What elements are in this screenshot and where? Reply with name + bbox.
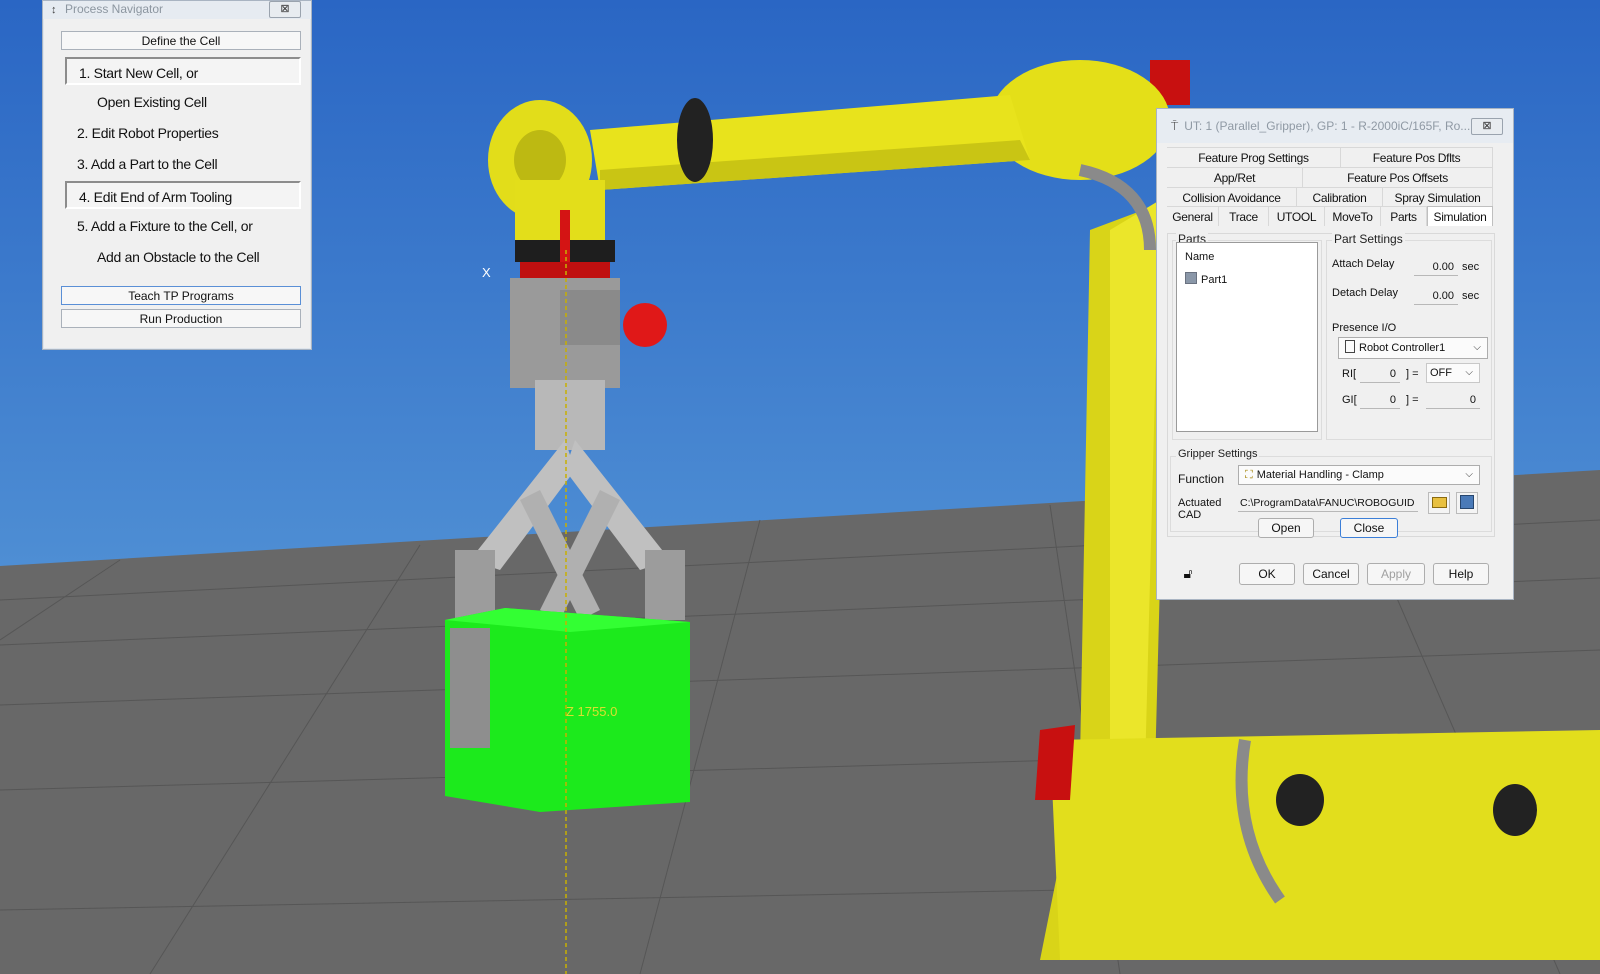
tab-spray-simulation[interactable]: Spray Simulation [1383, 187, 1493, 207]
ri-state-select[interactable]: OFF ⌵ [1426, 363, 1480, 383]
ok-button[interactable]: OK [1239, 563, 1295, 585]
tab-app-ret[interactable]: App/Ret [1167, 167, 1303, 187]
gi-index-input[interactable]: 0 [1360, 391, 1400, 409]
attach-delay-input[interactable]: 0.00 [1414, 258, 1458, 276]
lock-icon[interactable]: 🔓︎ [1177, 563, 1199, 585]
tab-utool[interactable]: UTOOL [1269, 206, 1325, 226]
function-select[interactable]: ⛶ Material Handling - Clamp ⌵ [1238, 465, 1480, 485]
list-item[interactable]: Part1 [1185, 272, 1227, 286]
tab-collision-avoidance[interactable]: Collision Avoidance [1167, 187, 1297, 207]
nav-item-add-part[interactable]: 3. Add a Part to the Cell [65, 150, 301, 178]
nav-item-open-existing-cell[interactable]: Open Existing Cell [65, 88, 301, 116]
parts-column-header: Name [1185, 251, 1215, 263]
tab-simulation[interactable]: Simulation [1427, 206, 1493, 226]
process-navigator-window: ↕ Process Navigator ⊠ Define the Cell 1. … [42, 0, 312, 350]
simulation-tab-pane: Parts Name Part1 Part Settings Attach De… [1167, 232, 1495, 538]
gi-value-input[interactable]: 0 [1426, 391, 1480, 409]
gripper-settings-label: Gripper Settings [1176, 448, 1260, 460]
gi-label: GI[ [1342, 394, 1357, 406]
controller-select[interactable]: Robot Controller1 ⌵ [1338, 337, 1488, 359]
tab-feature-pos-offsets[interactable]: Feature Pos Offsets [1303, 167, 1493, 187]
tool-icon: ⍑ [1171, 119, 1179, 133]
nav-item-start-new-cell[interactable]: 1. Start New Cell, or [65, 57, 301, 85]
nav-item-edit-robot-properties[interactable]: 2. Edit Robot Properties [65, 119, 301, 147]
coordinate-readout: Z 1755.0 [566, 704, 617, 719]
cursor-label: X [482, 265, 491, 280]
detach-delay-label: Detach Delay [1332, 287, 1399, 299]
apply-button[interactable]: Apply [1367, 563, 1425, 585]
run-production-button[interactable]: Run Production [61, 309, 301, 328]
gi-equals: ] = [1406, 394, 1419, 406]
help-button[interactable]: Help [1433, 563, 1489, 585]
define-cell-header[interactable]: Define the Cell [61, 31, 301, 50]
gripper-icon: ⛶ [1245, 469, 1253, 481]
tab-general[interactable]: General [1167, 206, 1219, 226]
function-value: Material Handling - Clamp [1256, 469, 1384, 481]
function-label: Function [1178, 472, 1225, 486]
process-navigator-titlebar[interactable]: ↕ Process Navigator ⊠ [43, 1, 311, 19]
detach-delay-unit: sec [1462, 290, 1480, 302]
utool-properties-dialog: ⍑ UT: 1 (Parallel_Gripper), GP: 1 - R-200… [1156, 108, 1514, 600]
tab-moveto[interactable]: MoveTo [1325, 206, 1381, 226]
tab-calibration[interactable]: Calibration [1297, 187, 1383, 207]
close-button[interactable]: Close [1340, 518, 1398, 538]
dialog-titlebar[interactable]: ⍑ UT: 1 (Parallel_Gripper), GP: 1 - R-200… [1157, 109, 1513, 143]
chevron-down-icon: ⌵ [1465, 469, 1473, 480]
presence-io-label: Presence I/O [1332, 322, 1397, 334]
nav-item-add-obstacle[interactable]: Add an Obstacle to the Cell [65, 243, 301, 271]
ri-equals: ] = [1406, 368, 1419, 380]
open-button[interactable]: Open [1258, 518, 1314, 538]
controller-value: Robot Controller1 [1359, 342, 1446, 354]
attach-delay-label: Attach Delay [1332, 258, 1395, 270]
dialog-title: UT: 1 (Parallel_Gripper), GP: 1 - R-2000… [1184, 119, 1471, 133]
navigator-icon: ↕ [51, 4, 57, 16]
parts-listbox[interactable]: Name Part1 [1176, 242, 1318, 432]
part-settings-label: Part Settings [1332, 232, 1405, 246]
actuated-cad-label: Actuated CAD [1178, 497, 1221, 521]
chevron-down-icon: ⌵ [1473, 342, 1481, 353]
cad-browse-icon[interactable] [1456, 492, 1478, 514]
actuated-label-line1: Actuated [1178, 497, 1222, 509]
actuated-label-line2: CAD [1178, 509, 1202, 521]
attach-delay-unit: sec [1462, 261, 1480, 273]
nav-item-edit-eoat[interactable]: 4. Edit End of Arm Tooling [65, 181, 301, 209]
close-icon[interactable]: ⊠ [269, 1, 301, 18]
process-navigator-title: Process Navigator [65, 2, 164, 16]
nav-item-add-fixture[interactable]: 5. Add a Fixture to the Cell, or [65, 212, 301, 240]
controller-icon [1345, 340, 1355, 353]
part-icon [1185, 272, 1197, 284]
part-name: Part1 [1201, 274, 1228, 286]
cancel-button[interactable]: Cancel [1303, 563, 1359, 585]
ri-state-value: OFF [1430, 367, 1452, 379]
ri-label: RI[ [1342, 368, 1357, 380]
close-icon[interactable]: ⊠ [1471, 118, 1503, 135]
cad-path-input[interactable]: C:\ProgramData\FANUC\ROBOGUID [1238, 494, 1418, 512]
ri-index-input[interactable]: 0 [1360, 365, 1400, 383]
tab-feature-prog-settings[interactable]: Feature Prog Settings [1167, 147, 1341, 167]
teach-tp-programs-button[interactable]: Teach TP Programs [61, 286, 301, 305]
folder-icon[interactable] [1428, 492, 1450, 514]
detach-delay-input[interactable]: 0.00 [1414, 287, 1458, 305]
chevron-down-icon: ⌵ [1465, 367, 1473, 378]
tab-trace[interactable]: Trace [1219, 206, 1269, 226]
tab-feature-pos-dflts[interactable]: Feature Pos Dflts [1341, 147, 1493, 167]
tab-parts[interactable]: Parts [1381, 206, 1427, 226]
